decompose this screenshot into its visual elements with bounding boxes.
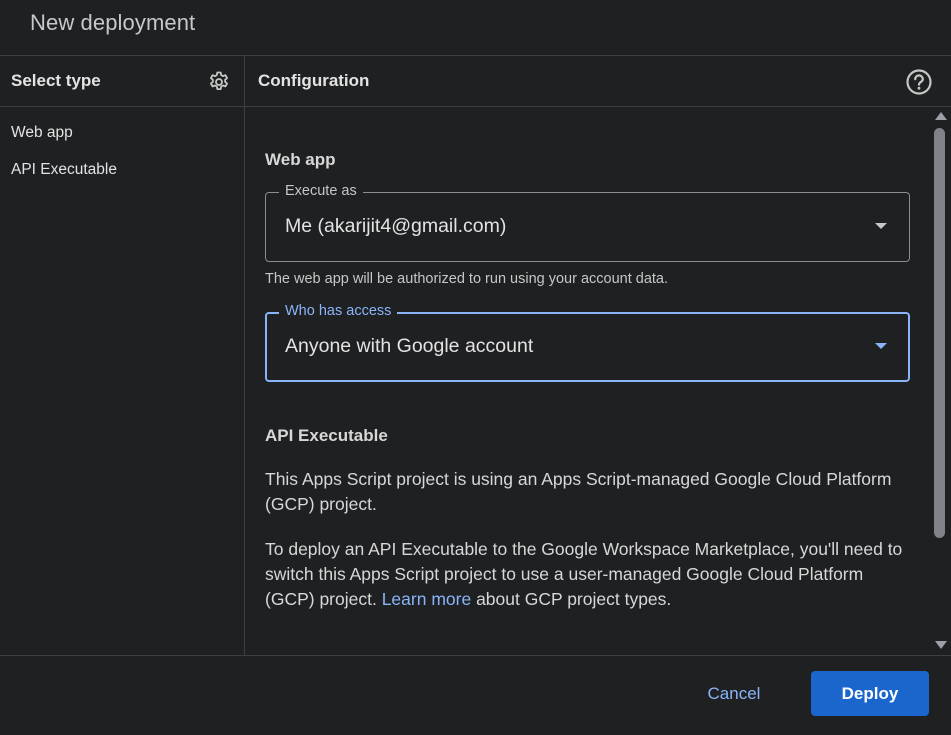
select-type-header: Select type	[0, 56, 244, 107]
execute-as-value: Me (akarijit4@gmail.com)	[285, 215, 507, 237]
api-executable-paragraph-2: To deploy an API Executable to the Googl…	[265, 537, 905, 612]
api-executable-paragraph-1: This Apps Script project is using an App…	[265, 469, 892, 514]
select-type-panel: Select type Web app API Executable	[0, 56, 245, 655]
type-item-api-executable[interactable]: API Executable	[11, 161, 117, 179]
chevron-down-icon	[875, 343, 887, 349]
gear-icon[interactable]	[207, 70, 231, 94]
select-type-title: Select type	[11, 71, 101, 90]
who-has-access-value: Anyone with Google account	[285, 335, 534, 357]
new-deployment-dialog: New deployment Select type Web app API E…	[0, 0, 951, 735]
learn-more-link[interactable]: Learn more	[382, 589, 472, 609]
type-item-web-app[interactable]: Web app	[11, 124, 73, 142]
paragraph-2-text-end: about GCP project types.	[471, 589, 672, 609]
who-has-access-select[interactable]: Who has access Anyone with Google accoun…	[265, 303, 910, 382]
scrollbar-thumb[interactable]	[934, 128, 945, 538]
dialog-footer: Cancel Deploy	[0, 655, 951, 735]
execute-as-label: Execute as	[279, 183, 363, 199]
scrollbar[interactable]	[931, 107, 951, 655]
dialog-title: New deployment	[30, 10, 196, 35]
help-icon[interactable]	[905, 68, 933, 96]
deploy-button[interactable]: Deploy	[811, 671, 929, 716]
dialog-header: New deployment	[0, 0, 951, 56]
api-executable-section-title: API Executable	[265, 426, 388, 445]
who-has-access-label: Who has access	[279, 303, 398, 319]
configuration-title: Configuration	[258, 71, 370, 90]
web-app-section-title: Web app	[265, 150, 336, 169]
chevron-down-icon	[875, 223, 887, 229]
cancel-button[interactable]: Cancel	[690, 672, 778, 716]
scroll-up-arrow-icon[interactable]	[935, 112, 947, 120]
execute-as-helper-text: The web app will be authorized to run us…	[265, 271, 669, 287]
execute-as-select[interactable]: Execute as Me (akarijit4@gmail.com)	[265, 183, 910, 262]
scroll-down-arrow-icon[interactable]	[935, 641, 947, 649]
configuration-header: Configuration	[245, 56, 951, 107]
configuration-content: Web app Execute as Me (akarijit4@gmail.c…	[245, 107, 931, 655]
configuration-panel: Configuration Web app Execute as Me (aka…	[245, 56, 951, 655]
